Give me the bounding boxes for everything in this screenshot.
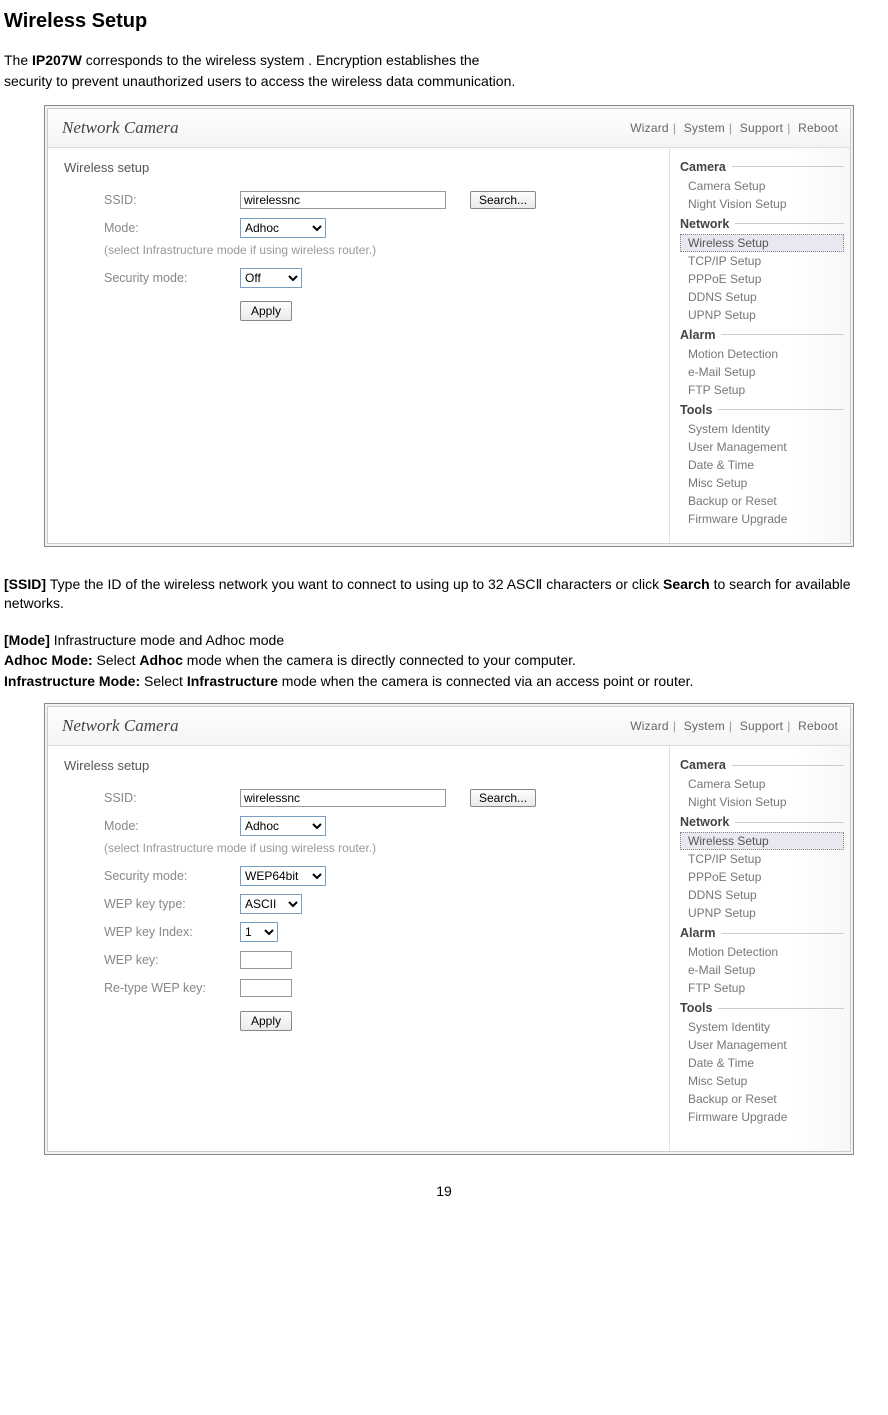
sidebar-item[interactable]: System Identity <box>680 1018 844 1036</box>
product-title: Network Camera <box>48 118 630 138</box>
link-system[interactable]: System <box>684 719 725 733</box>
sidebar-item[interactable]: FTP Setup <box>680 979 844 997</box>
product-title: Network Camera <box>48 716 630 736</box>
link-support[interactable]: Support <box>740 121 783 135</box>
sidebar-item[interactable]: Misc Setup <box>680 474 844 492</box>
sidebar-item[interactable]: TCP/IP Setup <box>680 850 844 868</box>
sidebar-item[interactable]: User Management <box>680 1036 844 1054</box>
sidebar-item[interactable]: User Management <box>680 438 844 456</box>
link-reboot[interactable]: Reboot <box>798 719 838 733</box>
link-wizard[interactable]: Wizard <box>630 121 669 135</box>
intro-line1: The IP207W corresponds to the wireless s… <box>4 51 884 70</box>
page-title: Wireless Setup <box>4 10 884 33</box>
search-button[interactable]: Search... <box>470 191 536 209</box>
screenshot-1: Network Camera Wizard| System| Support| … <box>44 105 854 547</box>
sidebar-item[interactable]: Night Vision Setup <box>680 195 844 213</box>
sidebar-item[interactable]: Camera Setup <box>680 775 844 793</box>
label-mode: Mode: <box>104 221 240 235</box>
sidebar-item[interactable]: Backup or Reset <box>680 492 844 510</box>
sidebar-item-active[interactable]: Wireless Setup <box>680 234 844 252</box>
sidebar-item-active[interactable]: Wireless Setup <box>680 832 844 850</box>
sidebar-item[interactable]: Firmware Upgrade <box>680 510 844 528</box>
desc-adhoc: Adhoc Mode: Select Adhoc mode when the c… <box>4 651 884 670</box>
link-reboot[interactable]: Reboot <box>798 121 838 135</box>
sidebar-item[interactable]: UPNP Setup <box>680 306 844 324</box>
link-support[interactable]: Support <box>740 719 783 733</box>
page-number: 19 <box>4 1183 884 1199</box>
sidebar: Camera Camera Setup Night Vision Setup N… <box>669 746 850 1151</box>
desc-ssid: [SSID] Type the ID of the wireless netwo… <box>4 575 884 613</box>
sidebar-item[interactable]: Night Vision Setup <box>680 793 844 811</box>
label-wep-rekey: Re-type WEP key: <box>104 981 240 995</box>
top-links: Wizard| System| Support| Reboot <box>630 121 850 135</box>
intro-line2: security to prevent unauthorized users t… <box>4 72 884 91</box>
desc-infra: Infrastructure Mode: Select Infrastructu… <box>4 672 884 691</box>
top-links: Wizard| System| Support| Reboot <box>630 719 850 733</box>
sidebar-item[interactable]: UPNP Setup <box>680 904 844 922</box>
label-wep-key: WEP key: <box>104 953 240 967</box>
sidebar-item[interactable]: Firmware Upgrade <box>680 1108 844 1126</box>
sidebar-item[interactable]: Date & Time <box>680 1054 844 1072</box>
mode-hint: (select Infrastructure mode if using wir… <box>104 243 659 257</box>
label-ssid: SSID: <box>104 791 240 805</box>
sidebar-item[interactable]: Camera Setup <box>680 177 844 195</box>
sidebar-item[interactable]: FTP Setup <box>680 381 844 399</box>
link-wizard[interactable]: Wizard <box>630 719 669 733</box>
sidebar-item[interactable]: System Identity <box>680 420 844 438</box>
wep-rekey-input[interactable] <box>240 979 292 997</box>
sidebar-item[interactable]: PPPoE Setup <box>680 270 844 288</box>
panel-title: Wireless setup <box>64 160 659 175</box>
wep-key-input[interactable] <box>240 951 292 969</box>
label-wep-type: WEP key type: <box>104 897 240 911</box>
sidebar-item[interactable]: Motion Detection <box>680 345 844 363</box>
label-security: Security mode: <box>104 869 240 883</box>
label-security: Security mode: <box>104 271 240 285</box>
apply-button[interactable]: Apply <box>240 301 292 321</box>
mode-select[interactable]: Adhoc <box>240 218 326 238</box>
label-ssid: SSID: <box>104 193 240 207</box>
sidebar-item[interactable]: Date & Time <box>680 456 844 474</box>
link-system[interactable]: System <box>684 121 725 135</box>
sidebar-item[interactable]: Misc Setup <box>680 1072 844 1090</box>
label-wep-index: WEP key Index: <box>104 925 240 939</box>
apply-button[interactable]: Apply <box>240 1011 292 1031</box>
sidebar: Camera Camera Setup Night Vision Setup N… <box>669 148 850 543</box>
sidebar-item[interactable]: DDNS Setup <box>680 886 844 904</box>
search-button[interactable]: Search... <box>470 789 536 807</box>
screenshot-2: Network Camera Wizard| System| Support| … <box>44 703 854 1155</box>
sidebar-item[interactable]: Motion Detection <box>680 943 844 961</box>
security-select[interactable]: WEP64bit <box>240 866 326 886</box>
sidebar-item[interactable]: e-Mail Setup <box>680 961 844 979</box>
sidebar-item[interactable]: DDNS Setup <box>680 288 844 306</box>
ssid-input[interactable] <box>240 191 446 209</box>
sidebar-item[interactable]: Backup or Reset <box>680 1090 844 1108</box>
wep-type-select[interactable]: ASCII <box>240 894 302 914</box>
mode-hint: (select Infrastructure mode if using wir… <box>104 841 659 855</box>
sidebar-item[interactable]: PPPoE Setup <box>680 868 844 886</box>
ssid-input[interactable] <box>240 789 446 807</box>
wep-index-select[interactable]: 1 <box>240 922 278 942</box>
sidebar-item[interactable]: e-Mail Setup <box>680 363 844 381</box>
mode-select[interactable]: Adhoc <box>240 816 326 836</box>
sidebar-item[interactable]: TCP/IP Setup <box>680 252 844 270</box>
panel-title: Wireless setup <box>64 758 659 773</box>
desc-mode: [Mode] Infrastructure mode and Adhoc mod… <box>4 631 884 650</box>
label-mode: Mode: <box>104 819 240 833</box>
security-select[interactable]: Off <box>240 268 302 288</box>
